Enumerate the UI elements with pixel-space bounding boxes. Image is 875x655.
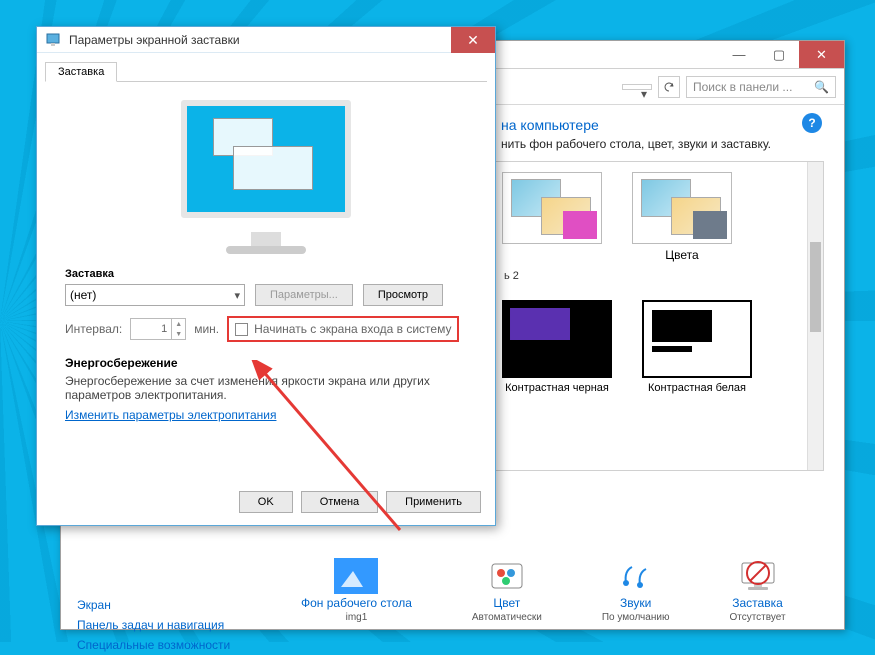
scrollbar[interactable] bbox=[807, 162, 823, 470]
theme-item-colors[interactable]: Цвета bbox=[632, 172, 732, 262]
dialog-title: Параметры экранной заставки bbox=[69, 33, 240, 47]
tabstrip: Заставка bbox=[45, 61, 487, 82]
settings-button[interactable]: Параметры... bbox=[255, 284, 353, 306]
theme-item-hc-black[interactable]: Контрастная черная bbox=[502, 300, 612, 394]
color-link[interactable]: Цвет Автоматически bbox=[472, 558, 542, 623]
dialog-icon bbox=[45, 32, 61, 48]
theme-label: Контрастная черная bbox=[502, 382, 612, 394]
ok-button[interactable]: OK bbox=[239, 491, 293, 513]
theme-item[interactable] bbox=[502, 172, 602, 262]
scrollbar-thumb[interactable] bbox=[810, 242, 821, 332]
desktop-background-icon bbox=[334, 558, 378, 594]
search-input[interactable]: Поиск в панели ... 🔍 bbox=[686, 76, 836, 98]
sidebar-item-ease[interactable]: Специальные возможности bbox=[77, 635, 230, 655]
interval-input[interactable] bbox=[131, 321, 171, 337]
page-subtitle: нить фон рабочего стола, цвет, звуки и з… bbox=[501, 137, 824, 151]
interval-spinner[interactable]: ▲▼ bbox=[130, 318, 186, 340]
sounds-icon bbox=[614, 558, 658, 594]
link-value: По умолчанию bbox=[602, 612, 670, 623]
sounds-link[interactable]: Звуки По умолчанию bbox=[602, 558, 670, 623]
interval-label: Интервал: bbox=[65, 322, 122, 336]
themes-pane: Цвета ь 2 Контрастная черная Контрастная… bbox=[481, 161, 824, 471]
minimize-button[interactable]: — bbox=[719, 41, 759, 68]
resume-checkbox[interactable] bbox=[235, 323, 248, 336]
tab-screensaver[interactable]: Заставка bbox=[45, 62, 117, 82]
theme-label: Контрастная белая bbox=[642, 382, 752, 394]
cp-sidebar: Экран Панель задач и навигация Специальн… bbox=[77, 595, 230, 655]
link-label: Фон рабочего стола bbox=[301, 596, 412, 610]
dialog-button-row: OK Отмена Применить bbox=[239, 491, 481, 513]
select-value: (нет) bbox=[70, 288, 96, 302]
preview-button[interactable]: Просмотр bbox=[363, 284, 443, 306]
refresh-button[interactable] bbox=[658, 76, 680, 98]
sidebar-item-taskbar[interactable]: Панель задач и навигация bbox=[77, 615, 230, 635]
help-button[interactable]: ? bbox=[802, 113, 822, 133]
breadcrumb-dropdown[interactable] bbox=[622, 84, 652, 90]
highlighted-option: Начинать с экрана входа в систему bbox=[227, 316, 459, 342]
energy-header: Энергосбережение bbox=[65, 356, 467, 370]
cancel-button[interactable]: Отмена bbox=[301, 491, 378, 513]
resume-label: Начинать с экрана входа в систему bbox=[254, 322, 451, 336]
link-value: Автоматически bbox=[472, 612, 542, 623]
close-button[interactable]: ✕ bbox=[799, 41, 844, 68]
personalization-bottom-row: Фон рабочего стола img1 Цвет Автоматичес… bbox=[261, 558, 786, 623]
link-label: Цвет bbox=[493, 596, 520, 610]
link-value: img1 bbox=[346, 612, 368, 623]
energy-section: Энергосбережение Энергосбережение за сче… bbox=[65, 356, 467, 422]
screensaver-icon bbox=[736, 558, 780, 594]
page-title: на компьютере bbox=[501, 117, 824, 133]
screensaver-select[interactable]: (нет) bbox=[65, 284, 245, 306]
dialog-body: Заставка (нет) Параметры... Просмотр Инт… bbox=[37, 82, 495, 430]
link-label: Заставка bbox=[732, 596, 783, 610]
power-settings-link[interactable]: Изменить параметры электропитания bbox=[65, 408, 276, 422]
ss-titlebar[interactable]: Параметры экранной заставки ✕ bbox=[37, 27, 495, 53]
sidebar-item-display[interactable]: Экран bbox=[77, 595, 230, 615]
monitor-preview bbox=[171, 100, 361, 250]
theme-label: Цвета bbox=[665, 248, 698, 262]
search-placeholder: Поиск в панели ... bbox=[693, 80, 792, 94]
screensaver-dialog: Параметры экранной заставки ✕ Заставка З… bbox=[36, 26, 496, 526]
link-value: Отсутствует bbox=[729, 612, 785, 623]
spin-up-icon[interactable]: ▲ bbox=[172, 319, 185, 329]
maximize-button[interactable]: ▢ bbox=[759, 41, 799, 68]
apply-button[interactable]: Применить bbox=[386, 491, 481, 513]
dialog-close-button[interactable]: ✕ bbox=[451, 27, 495, 53]
color-icon bbox=[485, 558, 529, 594]
interval-unit: мин. bbox=[194, 322, 219, 336]
screensaver-section-label: Заставка bbox=[65, 268, 467, 280]
screensaver-link[interactable]: Заставка Отсутствует bbox=[729, 558, 785, 623]
energy-text: Энергосбережение за счет изменения яркос… bbox=[65, 374, 467, 402]
theme-group-label: ь 2 bbox=[504, 270, 803, 282]
link-label: Звуки bbox=[620, 596, 651, 610]
spin-down-icon[interactable]: ▼ bbox=[172, 329, 185, 339]
theme-item-hc-white[interactable]: Контрастная белая bbox=[642, 300, 752, 394]
refresh-icon bbox=[663, 81, 675, 93]
search-icon: 🔍 bbox=[814, 80, 829, 94]
desktop-background-link[interactable]: Фон рабочего стола img1 bbox=[301, 558, 412, 623]
